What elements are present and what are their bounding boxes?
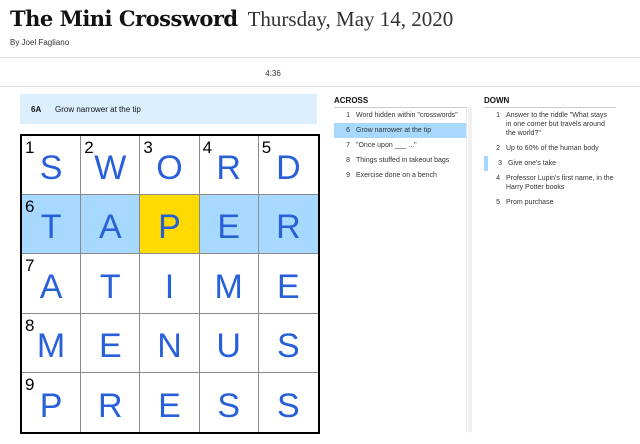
grid-cell[interactable]: 7A [22, 254, 82, 314]
byline: By Joel Fagliano [10, 38, 70, 47]
grid-cell[interactable]: E [258, 254, 318, 314]
cell-letter: M [214, 267, 243, 306]
down-heading: DOWN [484, 96, 510, 105]
grid-cell[interactable]: T [81, 254, 141, 314]
down-clue-item[interactable]: 2 Up to 60% of the human body [484, 141, 616, 156]
grid-cell[interactable]: R [81, 372, 141, 432]
grid-cell[interactable]: R [258, 195, 318, 255]
grid-cell[interactable]: 2W [81, 136, 141, 196]
clue-number: 4 [496, 175, 500, 182]
down-clue-item[interactable]: 3 Give one's take [484, 156, 616, 171]
cell-letter: T [40, 208, 62, 247]
across-heading: ACROSS [334, 96, 369, 105]
grid-cell[interactable]: I [140, 254, 200, 314]
timer[interactable]: 4:36 [258, 69, 288, 78]
active-clue-number: 6A [31, 104, 42, 114]
cell-letter: U [216, 326, 241, 365]
cell-letter: A [39, 267, 63, 306]
down-clue-item[interactable]: 4 Professor Lupin's first name, in the Ha… [484, 171, 616, 195]
cell-letter: O [156, 149, 183, 188]
grid-cell[interactable]: 3O [140, 136, 200, 196]
down-clue-list[interactable]: 1 Answer to the riddle "What stays in one… [484, 107, 616, 433]
cell-letter: M [36, 326, 66, 365]
grid-cell[interactable]: N [140, 313, 200, 373]
cell-letter: I [164, 267, 175, 306]
cell-letter: A [98, 208, 122, 247]
grid-cell[interactable]: 1S [22, 136, 82, 196]
down-clue-item[interactable]: 1 Answer to the riddle "What stays in one… [484, 108, 616, 141]
page-title: The Mini Crossword [10, 6, 238, 31]
clue-text: Give one's take [508, 160, 557, 167]
cell-letter: R [276, 208, 301, 247]
cell-letter: W [94, 149, 127, 188]
clue-number: 5 [496, 199, 500, 206]
cell-letter: R [216, 149, 241, 188]
down-clue-item[interactable]: 5 Prom purchase [484, 195, 616, 210]
across-clue-list[interactable]: 1 Word hidden within "crosswords" 6 Grow na… [334, 107, 467, 433]
cell-letter: E [158, 387, 181, 425]
grid-cell[interactable]: 5D [258, 136, 318, 196]
page-header: The Mini Crossword Thursday, May 14, 202… [10, 6, 630, 47]
puzzle-date: Thursday, May 14, 2020 [247, 7, 454, 31]
across-scrollbar[interactable] [468, 107, 472, 432]
across-clue-item[interactable]: 8 Things stuffed in takeout bags [334, 153, 466, 168]
cell-letter: E [98, 326, 122, 365]
toolbar-divider [0, 86, 640, 87]
cell-letter: E [217, 208, 241, 247]
grid-cell[interactable]: M [199, 254, 259, 314]
grid-cell[interactable]: 4R [199, 136, 259, 196]
grid-cell[interactable]: 6T [22, 195, 82, 255]
clue-number: 1 [346, 112, 350, 119]
cell-letter: E [277, 267, 300, 306]
crossword-grid[interactable]: 1S2W3O4R5D6TAPER7ATIME8MENUS9PRESS [20, 134, 320, 434]
active-clue-text: Grow narrower at the tip [55, 104, 141, 114]
cell-letter: D [276, 149, 301, 188]
across-clue-item[interactable]: 7 "Once upon ___ ..." [334, 138, 466, 153]
clue-text: Word hidden within "crosswords" [356, 112, 458, 119]
grid-cell[interactable]: S [258, 372, 318, 432]
grid-cell[interactable]: P [140, 195, 200, 255]
clue-number: 6 [346, 127, 350, 134]
cell-letter: P [158, 208, 181, 247]
clue-text: Exercise done on a bench [356, 172, 437, 179]
across-clue-item[interactable]: 9 Exercise done on a bench [334, 168, 466, 183]
grid-cell[interactable]: S [258, 313, 318, 373]
clue-number: 3 [498, 160, 502, 167]
clue-text: Prom purchase [506, 199, 554, 206]
clue-text: Up to 60% of the human body [506, 145, 599, 152]
grid-cell[interactable]: 9P [22, 372, 82, 432]
clue-number: 7 [346, 142, 350, 149]
clue-number: 1 [496, 112, 500, 119]
clue-text: Answer to the riddle "What stays in one … [506, 112, 607, 137]
grid-cell[interactable]: 8M [22, 313, 82, 373]
header-divider [0, 57, 640, 58]
clue-text: Things stuffed in takeout bags [356, 157, 450, 164]
cell-letter: S [39, 149, 63, 188]
cell-letter: S [277, 326, 300, 365]
grid-cell[interactable]: E [81, 313, 141, 373]
cell-letter: P [39, 387, 63, 425]
clue-number: 8 [346, 157, 350, 164]
clue-text: Professor Lupin's first name, in the Har… [506, 175, 614, 191]
cell-letter: S [217, 387, 241, 425]
grid-cell[interactable]: U [199, 313, 259, 373]
cell-letter: N [157, 326, 182, 365]
across-clue-item[interactable]: 1 Word hidden within "crosswords" [334, 108, 466, 123]
grid-cell[interactable]: E [140, 372, 200, 432]
clue-text: "Once upon ___ ..." [356, 142, 417, 149]
grid-cell[interactable]: E [199, 195, 259, 255]
clue-text: Grow narrower at the tip [356, 127, 432, 134]
clue-number: 2 [496, 145, 500, 152]
cell-letter: R [98, 387, 123, 425]
grid-cell[interactable]: A [81, 195, 141, 255]
grid-cell[interactable]: S [199, 372, 259, 432]
cell-letter: S [277, 387, 300, 425]
clue-number: 9 [346, 172, 350, 179]
active-clue-bar[interactable]: 6A Grow narrower at the tip [20, 94, 317, 124]
across-clue-item[interactable]: 6 Grow narrower at the tip [334, 123, 466, 138]
cell-letter: T [99, 267, 121, 306]
